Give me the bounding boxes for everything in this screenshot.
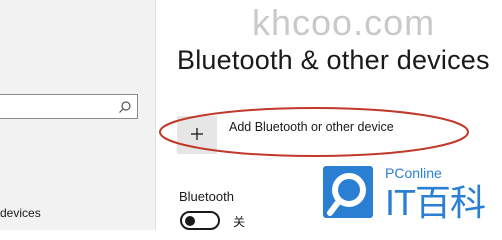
add-device-label: Add Bluetooth or other device [229, 120, 394, 134]
plus-icon [190, 127, 204, 141]
sidebar-divider [155, 0, 156, 230]
brand-logo: PConline IT百科 [322, 163, 502, 230]
sidebar-item-devices[interactable]: devices [0, 205, 120, 221]
watermark-text: khcoo.com [252, 2, 436, 43]
page-title: Bluetooth & other devices [177, 45, 490, 75]
brand-sub-label: PConline [385, 165, 442, 181]
toggle-knob [185, 215, 195, 226]
brand-main-label: IT百科 [385, 182, 486, 223]
add-bluetooth-device-button[interactable]: Add Bluetooth or other device [177, 116, 447, 154]
magnifier-logo-icon [323, 166, 373, 218]
bluetooth-section-heading: Bluetooth [179, 189, 234, 204]
search-icon [118, 100, 132, 114]
add-device-tile [177, 116, 217, 154]
toggle-state-label: 关 [233, 215, 246, 229]
settings-sidebar: devices [0, 0, 155, 230]
bluetooth-toggle[interactable] [180, 211, 220, 230]
search-input[interactable] [0, 94, 138, 119]
